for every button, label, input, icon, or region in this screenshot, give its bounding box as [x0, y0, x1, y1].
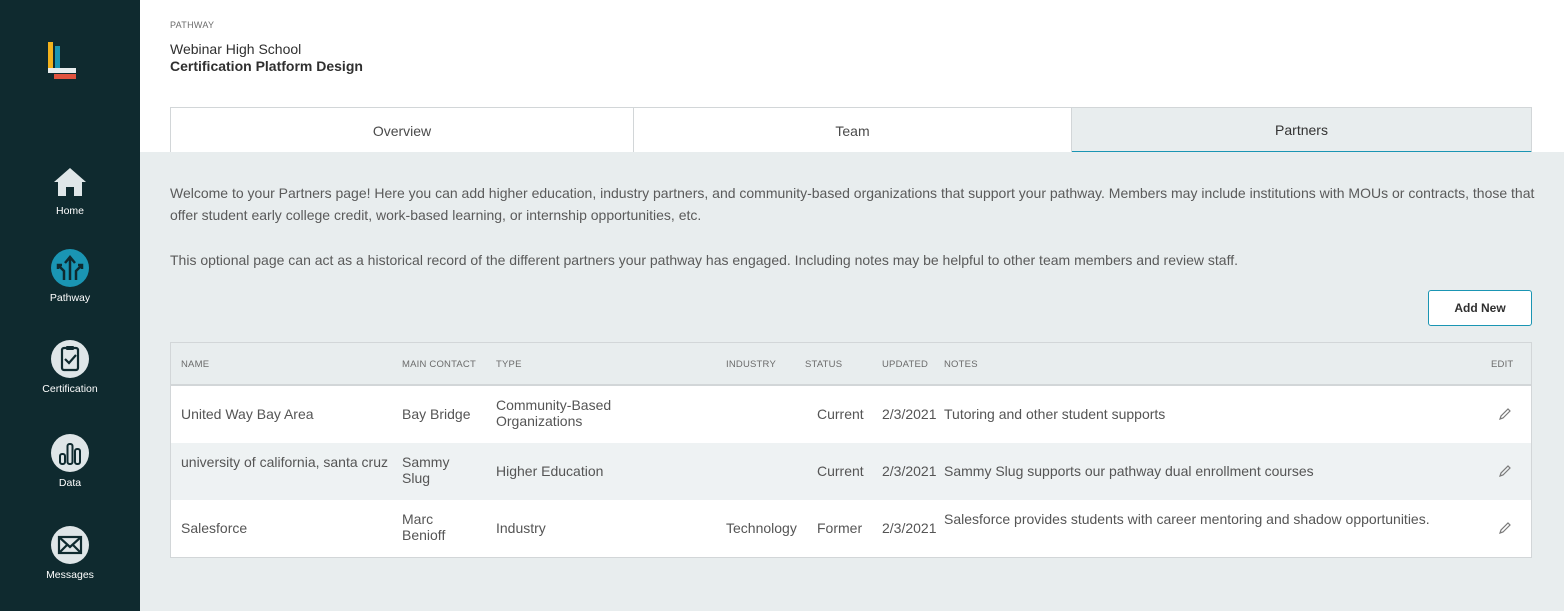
partner-updated: 2/3/2021	[882, 520, 937, 536]
page-eyebrow: PATHWAY	[170, 20, 215, 30]
partner-status: Current	[817, 463, 864, 479]
bar-chart-icon	[51, 434, 89, 472]
column-header-name[interactable]: NAME	[181, 359, 209, 370]
sidebar-item-label: Pathway	[49, 292, 91, 304]
sidebar-item-label: Certification	[42, 383, 98, 395]
tab-bar: Overview Team Partners	[170, 107, 1532, 153]
sidebar-item-home[interactable]: Home	[0, 160, 140, 217]
pathway-icon	[51, 249, 89, 287]
pencil-icon[interactable]	[1497, 520, 1513, 536]
intro-paragraph-secondary: This optional page can act as a historic…	[170, 252, 1238, 268]
tab-team[interactable]: Team	[634, 107, 1072, 153]
home-icon	[54, 168, 86, 196]
partner-industry: Technology	[726, 520, 797, 536]
app-logo[interactable]	[46, 42, 78, 80]
partners-panel: Welcome to your Partners page! Here you …	[140, 152, 1564, 611]
sidebar-item-label: Messages	[46, 569, 94, 581]
partner-contact: Bay Bridge	[402, 406, 471, 422]
partners-table: NAME MAIN CONTACT TYPE INDUSTRY STATUS U…	[170, 342, 1532, 558]
school-name: Webinar High School	[170, 41, 302, 57]
sidebar: Home Pathway Certification Data Messages	[0, 0, 140, 611]
pencil-icon[interactable]	[1497, 406, 1513, 422]
column-header-type[interactable]: TYPE	[496, 359, 522, 370]
column-header-status[interactable]: STATUS	[805, 359, 842, 370]
partner-type: Industry	[496, 520, 546, 536]
sidebar-item-label: Data	[58, 477, 82, 489]
partner-contact: Marc Benioff	[402, 511, 446, 543]
sidebar-item-data[interactable]: Data	[0, 432, 140, 489]
partner-notes: Tutoring and other student supports	[944, 406, 1166, 422]
table-row[interactable]: Salesforce Marc Benioff Industry Technol…	[171, 500, 1531, 557]
column-header-updated[interactable]: UPDATED	[882, 359, 928, 370]
partner-status: Current	[817, 406, 864, 422]
pencil-icon[interactable]	[1497, 463, 1513, 479]
tab-partners[interactable]: Partners	[1072, 107, 1532, 153]
column-header-main-contact[interactable]: MAIN CONTACT	[402, 359, 476, 370]
tab-overview[interactable]: Overview	[170, 107, 634, 153]
sidebar-item-certification[interactable]: Certification	[0, 338, 140, 395]
sidebar-item-pathway[interactable]: Pathway	[0, 247, 140, 304]
partner-updated: 2/3/2021	[882, 463, 937, 479]
partner-name: United Way Bay Area	[181, 406, 314, 422]
page-title: Certification Platform Design	[170, 58, 363, 74]
partner-name: Salesforce	[181, 520, 248, 536]
table-row[interactable]: university of california, santa cruz Sam…	[171, 443, 1531, 500]
partner-updated: 2/3/2021	[882, 406, 937, 422]
column-header-notes[interactable]: NOTES	[944, 359, 978, 370]
add-new-button[interactable]: Add New	[1428, 290, 1532, 326]
partner-contact: Sammy Slug	[402, 454, 450, 486]
clipboard-check-icon	[51, 340, 89, 378]
partner-type: Community-Based Organizations	[496, 397, 612, 429]
table-row[interactable]: United Way Bay Area Bay Bridge Community…	[171, 386, 1531, 443]
partner-status: Former	[817, 520, 863, 536]
partner-type: Higher Education	[496, 463, 604, 479]
sidebar-item-messages[interactable]: Messages	[0, 524, 140, 581]
main-content: PATHWAY Webinar High School Certificatio…	[140, 0, 1564, 611]
envelope-icon	[51, 526, 89, 564]
column-header-edit: EDIT	[1491, 359, 1514, 370]
table-header: NAME MAIN CONTACT TYPE INDUSTRY STATUS U…	[171, 343, 1531, 386]
partner-notes: Sammy Slug supports our pathway dual enr…	[944, 463, 1314, 479]
intro-paragraph: Welcome to your Partners page! Here you …	[170, 185, 1535, 223]
partner-name: university of california, santa cruz	[181, 454, 388, 470]
sidebar-item-label: Home	[55, 205, 84, 217]
column-header-industry[interactable]: INDUSTRY	[726, 359, 776, 370]
page-header: PATHWAY Webinar High School Certificatio…	[140, 0, 1564, 153]
partner-notes: Salesforce provides students with career…	[944, 511, 1430, 527]
